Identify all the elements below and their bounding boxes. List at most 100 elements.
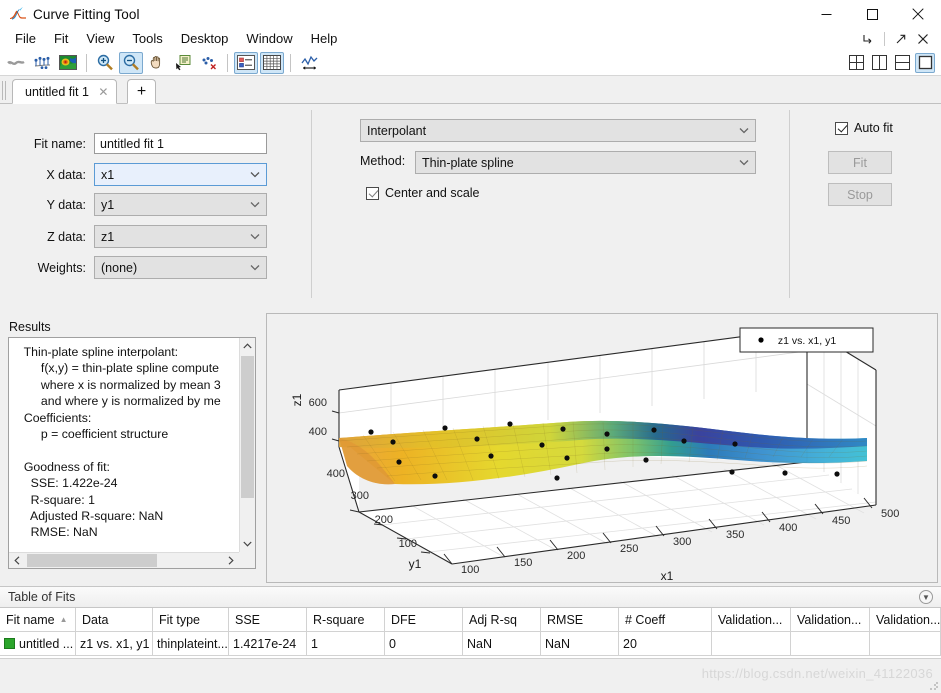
- y-data-select[interactable]: y1: [94, 193, 267, 216]
- grid-icon[interactable]: [260, 51, 284, 74]
- cell-num-coeff[interactable]: 20: [619, 632, 712, 656]
- column-header-r-square[interactable]: R-square: [307, 608, 385, 632]
- data-points-icon[interactable]: [30, 52, 54, 74]
- y-data-value: y1: [101, 197, 115, 212]
- options-divider-right: [789, 110, 790, 298]
- menu-desktop[interactable]: Desktop: [172, 29, 238, 49]
- stop-button[interactable]: Stop: [828, 183, 892, 206]
- axes-limits-icon[interactable]: [297, 52, 321, 74]
- table-of-fits-header: Table of Fits ▼: [0, 586, 941, 608]
- table-row[interactable]: untitled ... z1 vs. x1, y1 thinplateint.…: [0, 632, 941, 656]
- plot-legend[interactable]: z1 vs. x1, y1: [739, 327, 874, 353]
- cell-adj-r-sq[interactable]: NaN: [463, 632, 541, 656]
- toolbar-separator-2: [227, 53, 228, 72]
- menu-help[interactable]: Help: [302, 29, 347, 49]
- cell-validation-2[interactable]: [791, 632, 870, 656]
- fit-curve-icon[interactable]: [4, 52, 28, 74]
- column-header-rmse[interactable]: RMSE: [541, 608, 619, 632]
- x-data-value: x1: [101, 167, 115, 182]
- cell-data[interactable]: z1 vs. x1, y1: [76, 632, 153, 656]
- maximize-button[interactable]: [849, 0, 895, 28]
- close-button[interactable]: [895, 0, 941, 28]
- results-panel: Thin-plate spline interpolant: f(x,y) = …: [8, 337, 256, 569]
- data-cursor-icon[interactable]: [171, 52, 195, 74]
- layout-four-pane-icon[interactable]: [846, 53, 866, 73]
- x-tick-300: 300: [673, 536, 691, 548]
- pan-hand-icon[interactable]: [145, 52, 169, 74]
- scroll-up-icon[interactable]: [240, 338, 255, 354]
- menu-fit[interactable]: Fit: [45, 29, 77, 49]
- column-header-num-coeff[interactable]: # Coeff: [619, 608, 712, 632]
- fit-type-select[interactable]: Interpolant: [360, 119, 756, 142]
- menu-file[interactable]: File: [6, 29, 45, 49]
- z-data-select[interactable]: z1: [94, 225, 267, 248]
- method-select[interactable]: Thin-plate spline: [415, 151, 756, 174]
- collapse-table-icon[interactable]: ▼: [919, 590, 933, 604]
- zoom-out-icon[interactable]: [119, 51, 143, 74]
- scroll-right-icon[interactable]: [223, 553, 239, 568]
- layout-two-column-icon[interactable]: [869, 53, 889, 73]
- data-point: [442, 425, 448, 431]
- column-header-dfe[interactable]: DFE: [385, 608, 463, 632]
- column-header-fit-name[interactable]: Fit name ▲: [0, 608, 76, 632]
- cell-rmse[interactable]: NaN: [541, 632, 619, 656]
- watermark-text: https://blog.csdn.net/weixin_41122036: [701, 666, 933, 681]
- results-vscroll-thumb[interactable]: [241, 356, 254, 498]
- x-tick-200: 200: [567, 550, 585, 562]
- add-fit-tab-button[interactable]: +: [127, 79, 156, 104]
- menu-window[interactable]: Window: [237, 29, 301, 49]
- tab-untitled-fit-1[interactable]: untitled fit 1 ✕: [12, 79, 117, 104]
- exclude-outliers-icon[interactable]: [197, 52, 221, 74]
- z-data-label: Z data:: [47, 229, 86, 244]
- data-point: [554, 475, 560, 481]
- results-vertical-scrollbar[interactable]: [239, 338, 255, 552]
- results-hscroll-thumb[interactable]: [27, 554, 157, 567]
- results-text: Thin-plate spline interpolant: f(x,y) = …: [23, 345, 221, 540]
- auto-fit-checkbox[interactable]: Auto fit: [835, 121, 893, 135]
- x-data-select[interactable]: x1: [94, 163, 267, 186]
- surface-plot-panel[interactable]: 600 400 z1 400 300 200 100 y1 100 150 20…: [266, 313, 938, 583]
- table-header-row: Fit name ▲ Data Fit type SSE R-square DF…: [0, 608, 941, 632]
- close-panel-icon[interactable]: [913, 30, 933, 48]
- cell-sse[interactable]: 1.4217e-24: [229, 632, 307, 656]
- cell-validation-3[interactable]: [870, 632, 941, 656]
- data-point: [390, 439, 396, 445]
- window-title: Curve Fitting Tool: [33, 6, 140, 22]
- column-header-sse[interactable]: SSE: [229, 608, 307, 632]
- z-tick-400: 400: [309, 426, 327, 438]
- tab-close-icon[interactable]: ✕: [97, 85, 110, 99]
- cell-fit-name[interactable]: untitled ...: [0, 632, 76, 656]
- column-header-fit-type[interactable]: Fit type: [153, 608, 229, 632]
- cell-fit-type[interactable]: thinplateint...: [153, 632, 229, 656]
- tabstrip-grip: [2, 81, 7, 100]
- weights-select[interactable]: (none): [94, 256, 267, 279]
- column-header-validation-2[interactable]: Validation...: [791, 608, 870, 632]
- center-and-scale-checkbox[interactable]: Center and scale: [366, 186, 480, 200]
- cell-r-square[interactable]: 1: [307, 632, 385, 656]
- dock-arrow-icon[interactable]: [858, 30, 878, 48]
- zoom-in-icon[interactable]: [93, 52, 117, 74]
- column-header-data[interactable]: Data: [76, 608, 153, 632]
- results-horizontal-scrollbar[interactable]: [9, 552, 239, 568]
- minimize-button[interactable]: [803, 0, 849, 28]
- legend-icon[interactable]: [234, 51, 258, 74]
- menu-tools[interactable]: Tools: [123, 29, 171, 49]
- fit-button[interactable]: Fit: [828, 151, 892, 174]
- column-header-adj-r-sq[interactable]: Adj R-sq: [463, 608, 541, 632]
- scroll-down-icon[interactable]: [240, 536, 255, 552]
- x-data-row: X data: x1: [24, 163, 294, 186]
- data-point: [729, 469, 735, 475]
- fit-name-input[interactable]: untitled fit 1: [94, 133, 267, 154]
- window-resize-grip[interactable]: [929, 681, 939, 691]
- menu-view[interactable]: View: [77, 29, 123, 49]
- column-header-validation-3[interactable]: Validation...: [870, 608, 941, 632]
- data-point: [782, 470, 788, 476]
- layout-two-row-icon[interactable]: [892, 53, 912, 73]
- column-header-validation-1[interactable]: Validation...: [712, 608, 791, 632]
- undock-arrow-icon[interactable]: [891, 30, 911, 48]
- cell-dfe[interactable]: 0: [385, 632, 463, 656]
- cell-validation-1[interactable]: [712, 632, 791, 656]
- surface-colormap-icon[interactable]: [56, 52, 80, 74]
- scroll-left-icon[interactable]: [9, 553, 25, 568]
- layout-single-pane-icon[interactable]: [915, 52, 935, 73]
